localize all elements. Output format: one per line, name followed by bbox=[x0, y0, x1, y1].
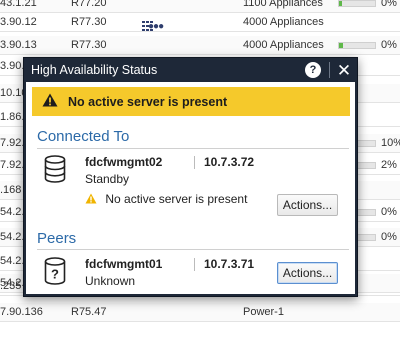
row-ip: 54.2. bbox=[0, 206, 25, 218]
peer-name-ip-divider bbox=[194, 258, 195, 271]
row-ip: 7.92. bbox=[0, 137, 25, 149]
usage-bar-fill bbox=[339, 1, 342, 6]
row-ip: 43.1.21 bbox=[0, 0, 37, 9]
row-ip: 3.90.13 bbox=[0, 39, 37, 51]
help-button[interactable]: ? bbox=[305, 62, 321, 78]
row-ip: 7.92. bbox=[0, 159, 25, 171]
peer-actions-button[interactable]: Actions... bbox=[277, 262, 338, 284]
table-row[interactable]: 3.90.12 R77.30 ●●● 4000 Appliances bbox=[0, 13, 400, 32]
dialog-header: High Availability Status ? ✕ bbox=[24, 58, 357, 82]
connected-to-heading: Connected To bbox=[37, 128, 130, 145]
row-ip: 3.90.12 bbox=[0, 16, 37, 28]
connected-server-name: fdcfwmgmt02 bbox=[85, 155, 163, 169]
peer-server-name: fdcfwmgmt01 bbox=[85, 257, 163, 271]
row-devices: Power-1 bbox=[243, 306, 284, 318]
row-version: R75.47 bbox=[71, 306, 107, 318]
peers-divider bbox=[37, 249, 349, 250]
connected-warning-text: No active server is present bbox=[105, 192, 248, 206]
svg-text:?: ? bbox=[51, 267, 59, 282]
table-row[interactable]: 7.90.136 R75.47 Power-1 bbox=[0, 303, 400, 322]
database-icon bbox=[44, 155, 66, 186]
row-ip: 54.2. bbox=[0, 231, 25, 243]
peer-server-ip: 10.7.3.71 bbox=[204, 257, 255, 271]
dialog-title: High Availability Status bbox=[31, 63, 158, 77]
row-ip: 7.90.136 bbox=[0, 306, 43, 318]
name-ip-divider bbox=[194, 156, 195, 169]
row-devices: 4000 Appliances bbox=[243, 16, 324, 28]
ha-status-dialog: High Availability Status ? ✕ No active s… bbox=[23, 57, 358, 297]
usage-bar-fill bbox=[339, 43, 343, 48]
connected-server-state: Standby bbox=[85, 172, 130, 186]
row-version: R77.30 bbox=[71, 39, 107, 51]
peer-server-state: Unknown bbox=[85, 274, 136, 288]
row-percent: 2% bbox=[381, 159, 397, 171]
small-warning-icon bbox=[85, 193, 100, 207]
connected-server-ip: 10.7.3.72 bbox=[204, 155, 255, 169]
cluster-icon: ●●● bbox=[148, 21, 164, 32]
row-percent: 0% bbox=[381, 231, 397, 243]
table-row[interactable]: 43.1.21 R77.20 1100 Appliances 0% bbox=[0, 0, 400, 13]
table-row[interactable]: 3.90.13 R77.30 4000 Appliances 0% bbox=[0, 36, 400, 55]
row-devices: 4000 Appliances bbox=[243, 39, 324, 51]
database-unknown-icon: ? bbox=[44, 257, 66, 288]
row-ip: .168 bbox=[0, 184, 22, 196]
header-divider bbox=[329, 62, 330, 78]
row-devices: 1100 Appliances bbox=[243, 0, 323, 9]
usage-bar bbox=[338, 0, 376, 7]
connected-divider bbox=[37, 148, 349, 149]
row-percent: 10% bbox=[381, 137, 400, 149]
row-percent: 0% bbox=[381, 39, 397, 51]
dialog-body: No active server is present Connected To… bbox=[26, 82, 355, 294]
warning-icon bbox=[42, 93, 58, 110]
connected-server-warning: No active server is present bbox=[85, 192, 247, 207]
peers-heading: Peers bbox=[37, 230, 77, 247]
row-percent: 0% bbox=[381, 0, 397, 9]
row-ip: 54.2. bbox=[0, 255, 25, 267]
usage-bar bbox=[338, 42, 376, 49]
alert-banner: No active server is present bbox=[32, 87, 350, 116]
row-percent: 0% bbox=[381, 206, 397, 218]
row-version: R77.20 bbox=[71, 0, 107, 9]
alert-text: No active server is present bbox=[68, 94, 228, 109]
row-ip: .235 bbox=[0, 280, 22, 292]
row-version: R77.30 bbox=[71, 16, 107, 28]
connected-actions-button[interactable]: Actions... bbox=[277, 194, 338, 216]
close-button[interactable]: ✕ bbox=[336, 62, 352, 79]
